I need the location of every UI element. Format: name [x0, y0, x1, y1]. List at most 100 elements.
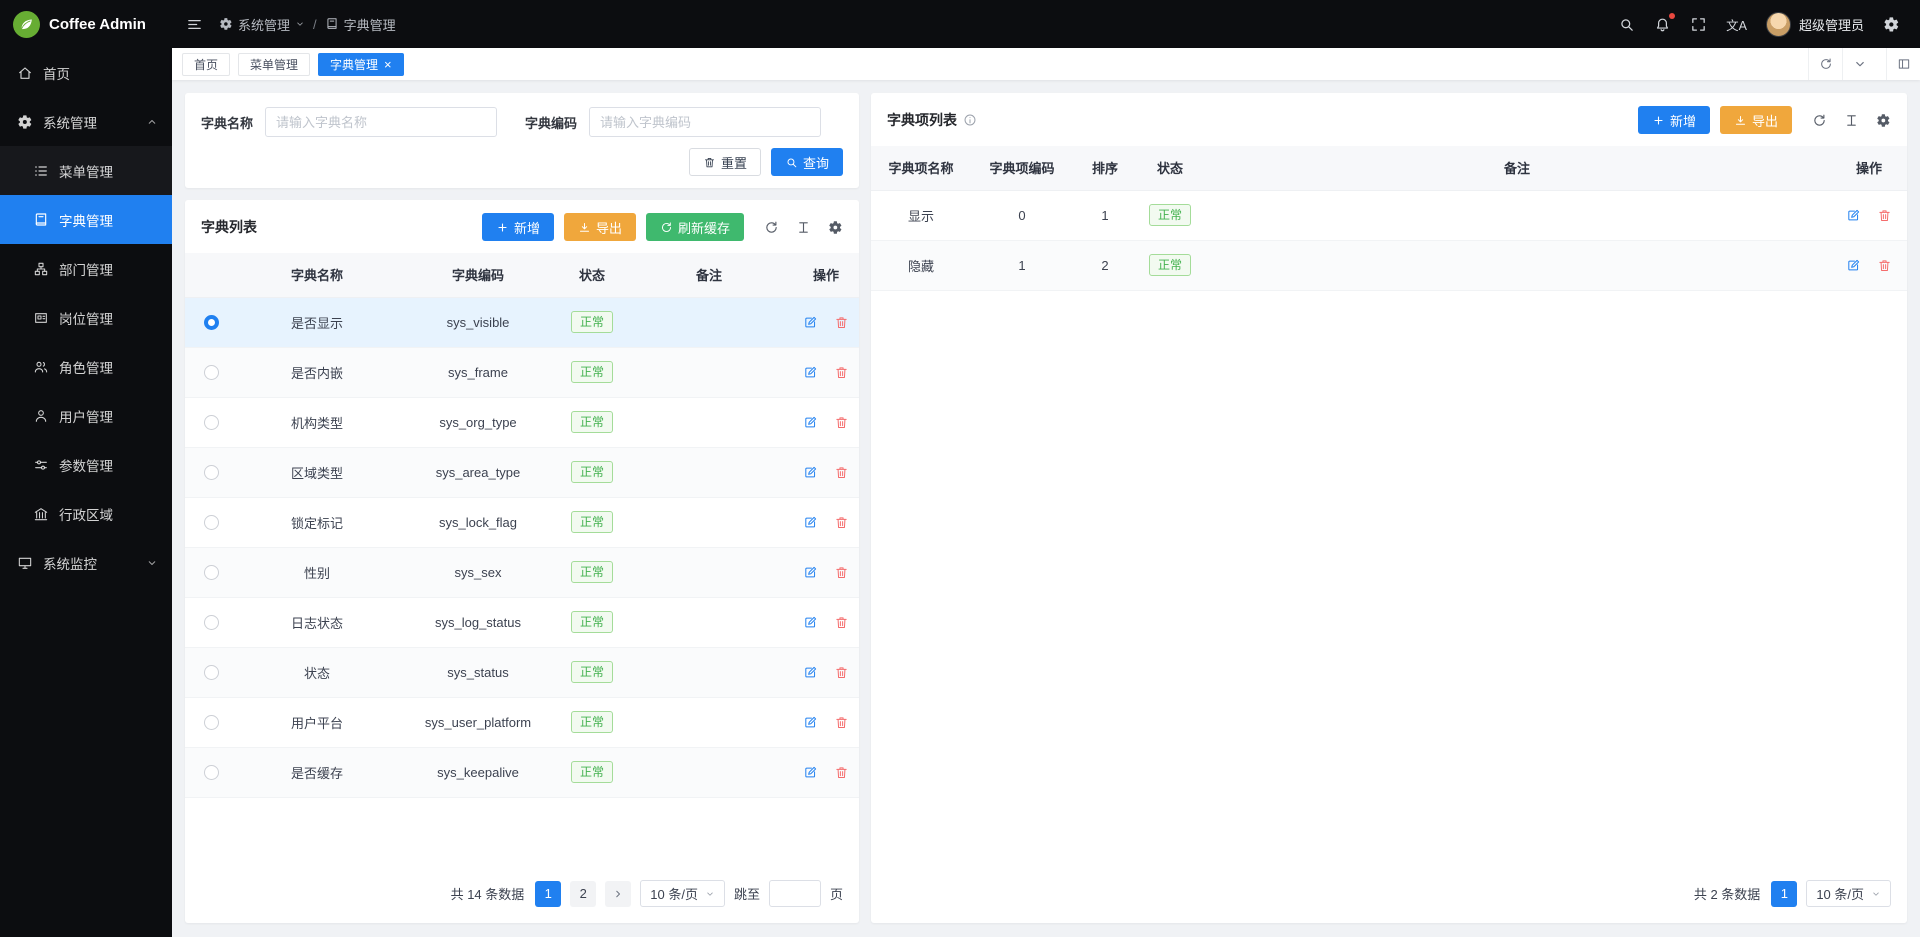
- translate-icon[interactable]: 文A: [1726, 15, 1747, 34]
- info-icon[interactable]: [963, 113, 977, 127]
- breadcrumb-item-dict[interactable]: 字典管理: [325, 15, 396, 34]
- tab-options-button[interactable]: [1842, 48, 1876, 80]
- tab-menu-mgmt[interactable]: 菜单管理: [238, 53, 310, 76]
- edit-icon[interactable]: [803, 715, 818, 730]
- notifications-button[interactable]: [1654, 16, 1671, 33]
- close-icon[interactable]: ×: [384, 58, 392, 71]
- delete-icon[interactable]: [834, 665, 849, 680]
- row-radio[interactable]: [204, 315, 219, 330]
- refresh-tab-button[interactable]: [1808, 48, 1842, 80]
- refresh-cache-button[interactable]: 刷新缓存: [646, 213, 744, 241]
- table-row[interactable]: 用户平台 sys_user_platform 正常: [185, 697, 859, 747]
- dict-code-input[interactable]: [589, 107, 821, 137]
- edit-icon[interactable]: [803, 315, 818, 330]
- people-icon: [33, 359, 49, 375]
- user-menu[interactable]: 超级管理员: [1766, 12, 1864, 37]
- delete-icon[interactable]: [834, 715, 849, 730]
- reset-button[interactable]: 重置: [689, 148, 761, 176]
- delete-icon[interactable]: [834, 465, 849, 480]
- dict-code-cell: sys_keepalive: [397, 747, 559, 797]
- edit-icon[interactable]: [803, 615, 818, 630]
- edit-icon[interactable]: [803, 765, 818, 780]
- export-dict-item-button[interactable]: 导出: [1720, 106, 1792, 134]
- sidebar-item-dict-mgmt[interactable]: 字典管理: [0, 195, 172, 244]
- edit-icon[interactable]: [803, 465, 818, 480]
- table-row[interactable]: 机构类型 sys_org_type 正常: [185, 397, 859, 447]
- row-radio[interactable]: [204, 515, 219, 530]
- collapse-sidebar-icon[interactable]: [186, 16, 203, 33]
- reload-table-icon[interactable]: [1812, 113, 1827, 128]
- column-settings-gear-icon[interactable]: [828, 220, 843, 235]
- fullscreen-icon[interactable]: [1690, 16, 1707, 33]
- sidebar-item-admin-region[interactable]: 行政区域: [0, 489, 172, 538]
- sidebar-item-home[interactable]: 首页: [0, 48, 172, 97]
- sidebar-item-menu-mgmt[interactable]: 菜单管理: [0, 146, 172, 195]
- row-radio[interactable]: [204, 465, 219, 480]
- edit-icon[interactable]: [803, 665, 818, 680]
- sidebar-item-param-mgmt[interactable]: 参数管理: [0, 440, 172, 489]
- add-dict-item-button[interactable]: 新增: [1638, 106, 1710, 134]
- export-dict-button[interactable]: 导出: [564, 213, 636, 241]
- page-1-button[interactable]: 1: [535, 881, 561, 907]
- delete-icon[interactable]: [834, 765, 849, 780]
- table-row[interactable]: 是否缓存 sys_keepalive 正常: [185, 747, 859, 797]
- sidebar-item-post-mgmt[interactable]: 岗位管理: [0, 293, 172, 342]
- row-radio[interactable]: [204, 415, 219, 430]
- table-row[interactable]: 锁定标记 sys_lock_flag 正常: [185, 497, 859, 547]
- query-button[interactable]: 查询: [771, 148, 843, 176]
- jump-page-input[interactable]: [769, 880, 821, 907]
- table-row[interactable]: 隐藏 1 2 正常: [871, 240, 1907, 290]
- table-row[interactable]: 性别 sys_sex 正常: [185, 547, 859, 597]
- sidebar-group-system[interactable]: 系统管理: [0, 97, 172, 146]
- search-icon[interactable]: [1618, 16, 1635, 33]
- row-density-icon[interactable]: [796, 220, 811, 235]
- page-size-select[interactable]: 10 条/页: [640, 880, 725, 907]
- table-row[interactable]: 状态 sys_status 正常: [185, 647, 859, 697]
- layout-icon: [1897, 57, 1911, 71]
- edit-icon[interactable]: [803, 365, 818, 380]
- table-row[interactable]: 区域类型 sys_area_type 正常: [185, 447, 859, 497]
- table-row[interactable]: 日志状态 sys_log_status 正常: [185, 597, 859, 647]
- tab-home[interactable]: 首页: [182, 53, 230, 76]
- delete-icon[interactable]: [834, 365, 849, 380]
- edit-icon[interactable]: [1846, 258, 1861, 273]
- delete-icon[interactable]: [834, 565, 849, 580]
- app-logo[interactable]: Coffee Admin: [0, 0, 172, 48]
- row-radio[interactable]: [204, 615, 219, 630]
- delete-icon[interactable]: [834, 415, 849, 430]
- table-row[interactable]: 是否内嵌 sys_frame 正常: [185, 347, 859, 397]
- page-size-select[interactable]: 10 条/页: [1806, 880, 1891, 907]
- row-radio[interactable]: [204, 565, 219, 580]
- edit-icon[interactable]: [803, 515, 818, 530]
- sidebar-item-role-mgmt[interactable]: 角色管理: [0, 342, 172, 391]
- sidebar-item-user-mgmt[interactable]: 用户管理: [0, 391, 172, 440]
- delete-icon[interactable]: [834, 315, 849, 330]
- edit-icon[interactable]: [1846, 208, 1861, 223]
- dict-name-input[interactable]: [265, 107, 497, 137]
- table-row[interactable]: 是否显示 sys_visible 正常: [185, 297, 859, 347]
- row-density-icon[interactable]: [1844, 113, 1859, 128]
- delete-icon[interactable]: [1877, 258, 1892, 273]
- reload-table-icon[interactable]: [764, 220, 779, 235]
- delete-icon[interactable]: [834, 515, 849, 530]
- row-radio[interactable]: [204, 665, 219, 680]
- edit-icon[interactable]: [803, 415, 818, 430]
- next-page-button[interactable]: [605, 881, 631, 907]
- row-radio[interactable]: [204, 365, 219, 380]
- edit-icon[interactable]: [803, 565, 818, 580]
- sidebar-group-monitor[interactable]: 系统监控: [0, 538, 172, 587]
- delete-icon[interactable]: [834, 615, 849, 630]
- page-2-button[interactable]: 2: [570, 881, 596, 907]
- breadcrumb-item-system[interactable]: 系统管理: [219, 15, 305, 34]
- tab-dict-mgmt[interactable]: 字典管理 ×: [318, 53, 404, 76]
- sidebar-item-dept-mgmt[interactable]: 部门管理: [0, 244, 172, 293]
- layout-toggle-button[interactable]: [1886, 48, 1920, 80]
- add-dict-button[interactable]: 新增: [482, 213, 554, 241]
- page-1-button[interactable]: 1: [1771, 881, 1797, 907]
- delete-icon[interactable]: [1877, 208, 1892, 223]
- row-radio[interactable]: [204, 765, 219, 780]
- column-settings-gear-icon[interactable]: [1876, 113, 1891, 128]
- settings-gear-icon[interactable]: [1883, 16, 1900, 33]
- row-radio[interactable]: [204, 715, 219, 730]
- table-row[interactable]: 显示 0 1 正常: [871, 190, 1907, 240]
